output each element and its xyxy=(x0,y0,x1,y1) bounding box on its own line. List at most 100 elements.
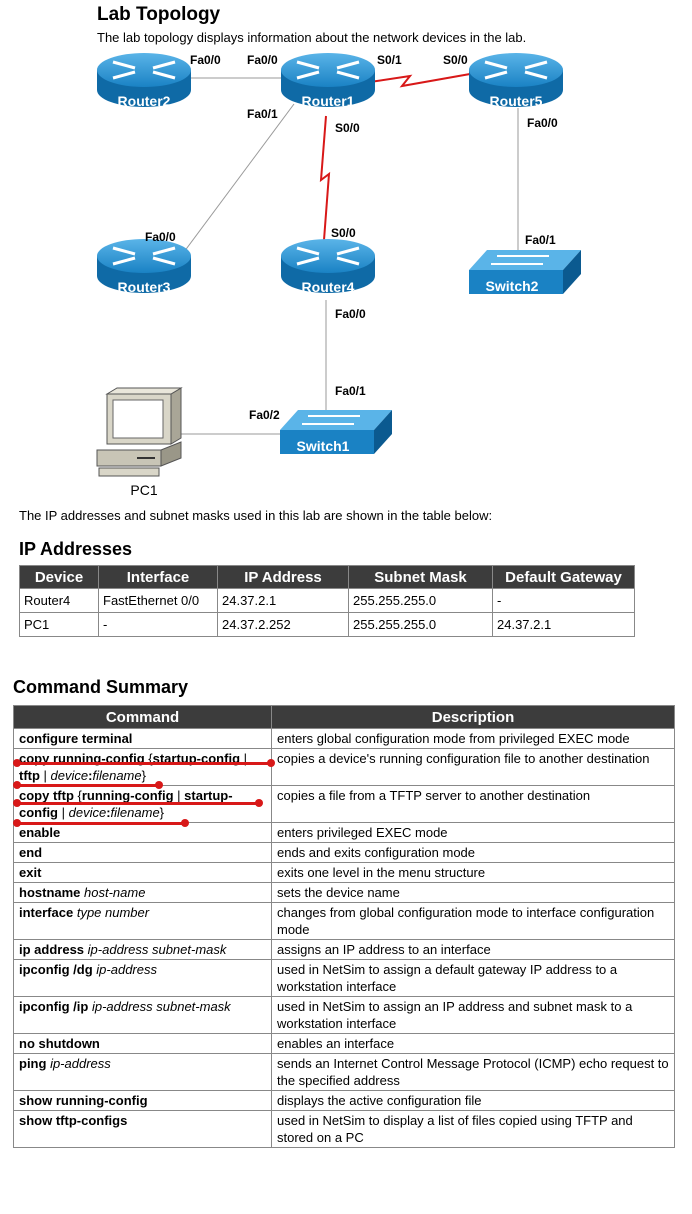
command-argument: ip-address subnet-mask xyxy=(91,999,231,1014)
command-keyword: interface xyxy=(19,905,74,920)
description-cell: enters privileged EXEC mode xyxy=(271,822,675,843)
table-row: interface type number changes from globa… xyxy=(13,902,675,940)
command-keyword: end xyxy=(19,845,43,860)
column-header: Subnet Mask xyxy=(348,565,493,589)
table-row: show running-config displays the active … xyxy=(13,1090,675,1111)
router2-icon[interactable]: Router2 xyxy=(95,51,193,109)
command-keyword: show running-config xyxy=(19,1093,148,1108)
description-cell: displays the active configuration file xyxy=(271,1090,675,1111)
annotation-dot xyxy=(267,759,275,767)
serial-link-r1-r4 xyxy=(319,115,331,241)
table-cell: 24.37.2.1 xyxy=(217,588,349,613)
annotation-dot xyxy=(155,781,163,789)
command-argument: type number xyxy=(76,905,150,920)
description-cell: exits one level in the menu structure xyxy=(271,862,675,883)
table-cell: 255.255.255.0 xyxy=(348,588,493,613)
table-row: hostname host-name sets the device name xyxy=(13,882,675,903)
command-cell: exit xyxy=(13,862,272,883)
column-header: Default Gateway xyxy=(492,565,635,589)
port-label: S0/0 xyxy=(331,226,356,240)
command-cell: ipconfig /dg ip-address xyxy=(13,959,272,997)
column-header: Device xyxy=(19,565,99,589)
column-header: IP Address xyxy=(217,565,349,589)
router2-label: Router2 xyxy=(118,93,171,109)
command-cell: no shutdown xyxy=(13,1033,272,1054)
table-row: exit exits one level in the menu structu… xyxy=(13,862,675,883)
column-header: Interface xyxy=(98,565,218,589)
command-keyword: exit xyxy=(19,865,42,880)
syntax-token: running-config xyxy=(81,788,174,803)
description-cell: enables an interface xyxy=(271,1033,675,1054)
command-cell: ip address ip-address subnet-mask xyxy=(13,939,272,960)
port-label: Fa0/1 xyxy=(525,233,556,247)
command-keyword: ipconfig /dg xyxy=(19,962,93,977)
annotation-dot xyxy=(13,799,21,807)
syntax-token: | xyxy=(58,805,69,820)
port-label: Fa0/0 xyxy=(335,307,366,321)
port-label: S0/0 xyxy=(335,121,360,135)
switch1-label: Switch1 xyxy=(297,438,350,454)
pc1-label: PC1 xyxy=(130,482,157,498)
syntax-token: filename xyxy=(110,805,160,820)
syntax-token: | xyxy=(39,768,51,783)
command-argument: ip-address xyxy=(50,1056,111,1071)
description-cell: enters global configuration mode from pr… xyxy=(271,728,675,749)
annotation-strikethrough xyxy=(17,822,185,825)
port-label: Fa0/0 xyxy=(190,53,221,67)
column-header: Command xyxy=(13,705,272,729)
annotation-strikethrough xyxy=(17,762,271,765)
table-row: end ends and exits configuration mode xyxy=(13,842,675,863)
switch1-icon[interactable]: Switch1 xyxy=(279,409,393,455)
command-keyword: ping xyxy=(19,1056,47,1071)
router3-label: Router3 xyxy=(118,279,171,295)
serial-link-r1-r5 xyxy=(369,73,471,88)
command-cell: show running-config xyxy=(13,1090,272,1111)
command-keyword: ipconfig /ip xyxy=(19,999,89,1014)
router5-icon[interactable]: Router5 xyxy=(467,51,565,109)
table-cell: 255.255.255.0 xyxy=(348,612,493,637)
switch2-label: Switch2 xyxy=(486,278,539,294)
description-cell: used in NetSim to assign a default gatew… xyxy=(271,959,675,997)
table-row: ping ip-address sends an Internet Contro… xyxy=(13,1053,675,1091)
table-cell: FastEthernet 0/0 xyxy=(98,588,218,613)
command-cell: interface type number xyxy=(13,902,272,940)
command-summary-table: Command Description configure terminal e… xyxy=(13,705,675,1148)
table-row: enable enters privileged EXEC mode xyxy=(13,822,675,843)
router3-icon[interactable]: Router3 xyxy=(95,237,193,295)
port-label: S0/0 xyxy=(443,53,468,67)
table-row: PC1 - 24.37.2.252 255.255.255.0 24.37.2.… xyxy=(19,612,635,637)
command-keyword: enable xyxy=(19,825,61,840)
annotation-strikethrough xyxy=(17,784,159,787)
syntax-token: | xyxy=(173,788,185,803)
command-cell: enable xyxy=(13,822,272,843)
ip-addresses-heading: IP Addresses xyxy=(19,539,133,559)
router1-icon[interactable]: Router1 xyxy=(279,51,377,109)
annotation-dot xyxy=(181,819,189,827)
table-row: no shutdown enables an interface xyxy=(13,1033,675,1054)
router4-label: Router4 xyxy=(302,279,355,295)
table-row: ipconfig /ip ip-address subnet-mask used… xyxy=(13,996,675,1034)
table-row: configure terminal enters global configu… xyxy=(13,728,675,749)
annotation-dot xyxy=(13,819,21,827)
port-label: Fa0/1 xyxy=(335,384,366,398)
syntax-token: filename xyxy=(92,768,142,783)
switch2-icon[interactable]: Switch2 xyxy=(468,249,582,295)
command-keyword: copy tftp xyxy=(19,788,74,803)
ip-intro-text: The IP addresses and subnet masks used i… xyxy=(19,508,493,523)
command-argument: ip-address subnet-mask xyxy=(87,942,227,957)
description-cell: ends and exits configuration mode xyxy=(271,842,675,863)
router4-icon[interactable]: Router4 xyxy=(279,237,377,295)
pc1-icon[interactable]: PC1 xyxy=(96,387,183,498)
router1-label: Router1 xyxy=(302,93,355,109)
syntax-token: } xyxy=(159,805,165,820)
command-cell: copy running-config {startup-config | tf… xyxy=(13,748,272,786)
syntax-token: device xyxy=(50,768,89,783)
command-argument: host-name xyxy=(84,885,146,900)
port-label: S0/1 xyxy=(377,53,402,67)
command-keyword: no shutdown xyxy=(19,1036,100,1051)
table-row: ipconfig /dg ip-address used in NetSim t… xyxy=(13,959,675,997)
command-cell: hostname host-name xyxy=(13,882,272,903)
command-summary-heading: Command Summary xyxy=(13,677,189,697)
port-label: Fa0/2 xyxy=(249,408,280,422)
table-cell: 24.37.2.252 xyxy=(217,612,349,637)
